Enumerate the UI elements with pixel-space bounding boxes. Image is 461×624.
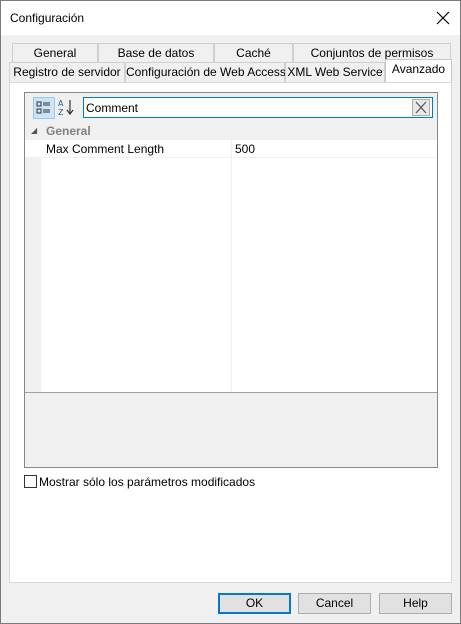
close-button[interactable] [426, 1, 460, 35]
ok-button[interactable]: OK [218, 593, 291, 614]
tab-xml-web-service[interactable]: XML Web Service [285, 62, 385, 82]
settings-dialog: Configuración General Base de datos Cach… [0, 0, 461, 624]
category-label: General [46, 124, 91, 138]
property-search-field[interactable] [83, 97, 433, 118]
title-bar: Configuración [1, 1, 460, 35]
categorized-view-button[interactable] [33, 97, 55, 119]
cancel-button[interactable]: Cancel [298, 593, 371, 614]
property-grid-toolbar: A Z [25, 93, 437, 121]
tab-avanzado[interactable]: Avanzado [385, 59, 452, 82]
help-button[interactable]: Help [379, 593, 452, 614]
close-icon [436, 11, 450, 25]
show-modified-label[interactable]: Mostrar sólo los parámetros modificados [39, 475, 255, 489]
show-modified-checkbox[interactable] [24, 475, 37, 488]
clear-search-button[interactable] [412, 99, 430, 116]
property-search-input[interactable] [86, 99, 406, 116]
category-row-general[interactable]: ◢ General [25, 122, 437, 140]
column-divider[interactable] [231, 140, 232, 392]
description-area [25, 396, 437, 467]
grid-left-margin [25, 140, 41, 392]
tab-general[interactable]: General [12, 43, 98, 63]
property-grid-list: ◢ General Max Comment Length 500 [25, 122, 437, 392]
tab-cache[interactable]: Caché [214, 43, 293, 63]
sort-alphabetical-icon: A Z [58, 99, 74, 117]
property-grid: A Z ◢ General [24, 92, 438, 468]
svg-text:Z: Z [58, 108, 64, 117]
collapse-arrow-icon[interactable]: ◢ [31, 126, 37, 135]
tab-configuracion-web-access[interactable]: Configuración de Web Access [125, 62, 286, 82]
tab-registro-de-servidor[interactable]: Registro de servidor [9, 62, 125, 82]
clear-search-icon [415, 101, 427, 114]
property-name: Max Comment Length [46, 142, 165, 156]
alphabetical-view-button[interactable]: A Z [56, 97, 78, 119]
tab-base-de-datos[interactable]: Base de datos [98, 43, 214, 63]
svg-text:A: A [58, 99, 64, 108]
dialog-title: Configuración [10, 11, 85, 25]
categorized-view-icon [36, 101, 50, 114]
property-value[interactable]: 500 [235, 142, 255, 156]
